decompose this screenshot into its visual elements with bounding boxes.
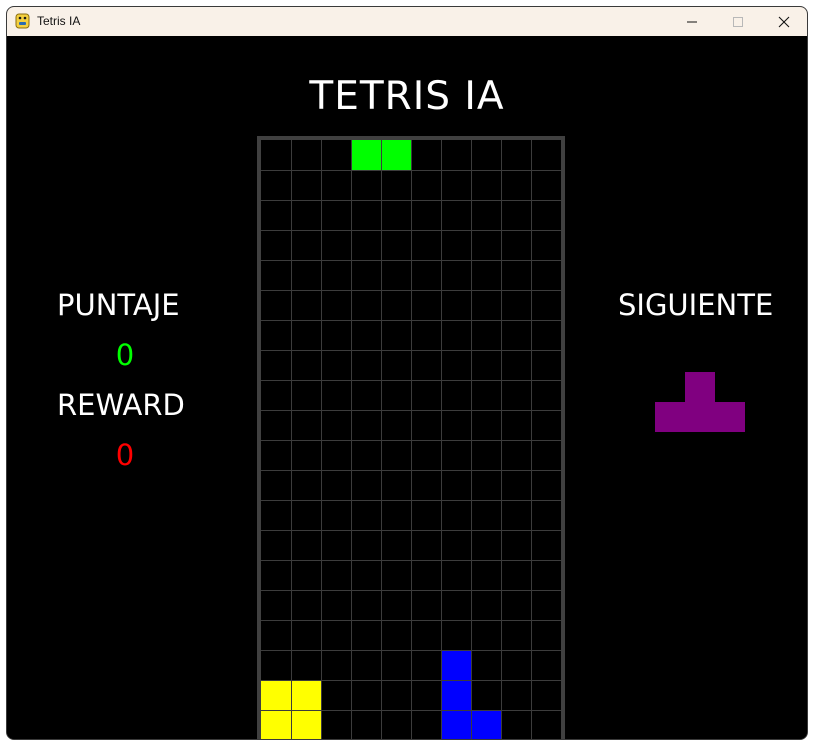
board-block <box>441 650 471 680</box>
score-value: 0 <box>115 338 135 372</box>
tetris-board[interactable] <box>257 136 565 739</box>
close-button[interactable] <box>761 7 807 36</box>
maximize-icon <box>733 16 743 27</box>
board-grid <box>261 140 561 739</box>
board-block <box>441 710 471 739</box>
board-block <box>471 710 501 739</box>
board-block <box>291 680 321 710</box>
next-piece-block <box>685 372 715 402</box>
board-block <box>291 710 321 739</box>
board-block <box>441 680 471 710</box>
next-piece-shape <box>655 372 745 432</box>
next-piece-block <box>655 402 685 432</box>
board-block <box>261 710 291 739</box>
next-piece-block <box>715 402 745 432</box>
window-title: Tetris IA <box>37 14 81 28</box>
board-block <box>351 140 381 170</box>
reward-value: 0 <box>115 438 135 472</box>
title-bar[interactable]: Tetris IA <box>7 7 807 36</box>
reward-label: REWARD <box>57 388 185 422</box>
python-icon <box>15 13 30 29</box>
board-block <box>261 680 291 710</box>
next-piece-block <box>685 402 715 432</box>
game-title: TETRIS IA <box>309 74 505 119</box>
minimize-button[interactable] <box>669 7 715 36</box>
board-block <box>381 140 411 170</box>
maximize-button[interactable] <box>715 7 761 36</box>
app-window: Tetris IA TETRIS IA PUNTAJE 0 REWARD 0 S <box>6 6 808 740</box>
game-canvas[interactable]: TETRIS IA PUNTAJE 0 REWARD 0 SIGUIENTE <box>7 36 807 739</box>
score-label: PUNTAJE <box>57 288 180 322</box>
next-piece-label: SIGUIENTE <box>618 288 774 322</box>
next-piece-preview <box>655 372 745 432</box>
close-icon <box>778 16 790 27</box>
minimize-icon <box>687 21 697 22</box>
